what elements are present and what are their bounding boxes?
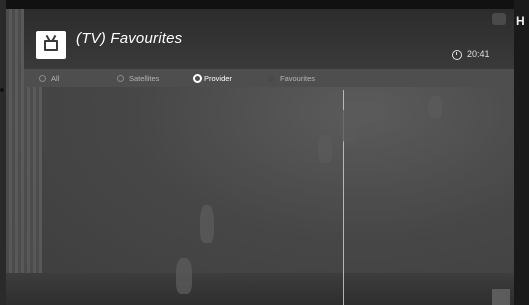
radio-icon (117, 74, 124, 82)
page-title: (TV) Favourites (76, 30, 183, 47)
tab-satellites[interactable]: Satellites (117, 73, 159, 83)
screen-bezel-top (0, 0, 515, 9)
tab-all[interactable]: All (39, 73, 59, 83)
video-bottom (6, 273, 514, 305)
tab-label: Favourites (280, 73, 316, 83)
player-figure (200, 205, 214, 243)
radio-icon (39, 74, 46, 82)
tab-label: Provider (204, 73, 232, 83)
player-figure (428, 96, 442, 118)
tab-label: Satellites (129, 73, 160, 83)
tab-label: All (51, 73, 60, 83)
screen-bezel-right (514, 0, 529, 305)
tv-icon (36, 31, 66, 59)
radio-selected-icon (193, 73, 202, 83)
player-figure (176, 258, 192, 294)
corner-block (492, 289, 510, 305)
player-figure (340, 108, 358, 142)
radio-icon (268, 74, 275, 82)
tab-provider[interactable]: Provider (193, 73, 232, 83)
edge-dot (0, 88, 4, 92)
player-figure (318, 135, 332, 163)
clock-icon (452, 50, 462, 60)
edge-letter: H (516, 14, 525, 28)
screen-bezel-left (0, 0, 6, 305)
channel-logo (492, 13, 506, 25)
tab-favourites[interactable]: Favourites (268, 73, 315, 83)
clock-time: 20:41 (467, 49, 490, 59)
